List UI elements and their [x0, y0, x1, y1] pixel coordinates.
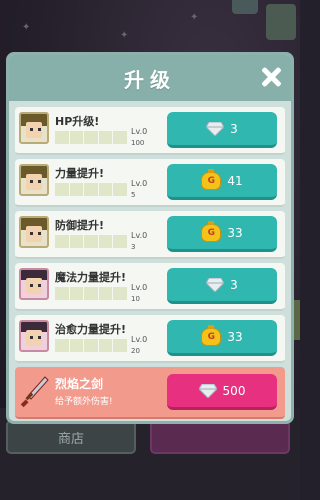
upgrade-label: 治愈力量提升! [55, 323, 127, 336]
top-menu-button[interactable] [232, 0, 258, 14]
diamond-icon [206, 121, 225, 136]
upgrade-magic-button[interactable]: 3 [167, 268, 277, 304]
gold-bag-icon: G [201, 324, 222, 346]
upgrade-defense-button[interactable]: G 33 [167, 216, 277, 252]
knight-avatar [19, 112, 49, 144]
buy-special-button[interactable]: 500 [167, 374, 277, 410]
level-progress-bar [55, 183, 127, 196]
level-progress-bar [55, 131, 127, 144]
level-value: 20 [131, 347, 140, 355]
star-icon: ✦ [190, 12, 199, 23]
cost-value: 33 [227, 225, 243, 240]
special-item-name: 烈焰之剑 [55, 377, 104, 391]
knight-avatar [19, 164, 49, 196]
tab-shop-label: 商店 [57, 431, 84, 447]
level-label: Lv.0 [131, 231, 148, 240]
level-progress-bar [55, 287, 127, 300]
side-menu-button[interactable] [266, 4, 296, 40]
upgrade-label: 力量提升! [55, 167, 105, 180]
upgrade-strength-button[interactable]: G 41 [167, 164, 277, 200]
cost-value: 500 [222, 383, 246, 398]
special-item-description: 给予额外伤害! [55, 397, 113, 407]
cost-value: 33 [227, 329, 243, 344]
level-progress-bar [55, 235, 127, 248]
diamond-icon [198, 383, 217, 398]
list-item-partial [15, 423, 285, 424]
upgrade-row-heal: 治愈力量提升! Lv.0 20 G 33 [15, 315, 285, 363]
tab-secondary[interactable] [150, 420, 290, 454]
flame-sword-icon [21, 376, 49, 408]
level-label: Lv.0 [131, 283, 148, 292]
tab-shop[interactable]: 商店 [6, 420, 136, 454]
upgrade-row-magic: 魔法力量提升! Lv.0 10 3 [15, 263, 285, 311]
upgrade-label: HP升级! [55, 115, 100, 128]
star-icon: ✦ [120, 30, 129, 41]
gold-bag-icon: G [201, 220, 222, 242]
upgrade-heal-button[interactable]: G 33 [167, 320, 277, 356]
cost-value: 3 [230, 277, 238, 292]
level-value: 3 [131, 243, 136, 251]
level-value: 10 [131, 295, 140, 303]
upgrade-list: HP升级! Lv.0 100 3 力量提升! Lv.0 5 G 41 防御提升!… [9, 101, 291, 424]
mage-avatar [19, 268, 49, 300]
healer-avatar [19, 320, 49, 352]
upgrade-label: 魔法力量提升! [55, 271, 127, 284]
level-label: Lv.0 [131, 179, 148, 188]
knight-avatar [19, 216, 49, 248]
upgrade-row-hp: HP升级! Lv.0 100 3 [15, 107, 285, 155]
upgrade-row-defense: 防御提升! Lv.0 3 G 33 [15, 211, 285, 259]
level-value: 100 [131, 139, 145, 147]
upgrade-hp-button[interactable]: 3 [167, 112, 277, 148]
cost-value: 41 [227, 173, 243, 188]
level-progress-bar [55, 339, 127, 352]
level-value: 5 [131, 191, 136, 199]
cost-value: 3 [230, 121, 238, 136]
level-label: Lv.0 [131, 335, 148, 344]
panel-header: 升级 [9, 55, 291, 101]
star-icon: ✦ [22, 22, 31, 33]
gold-bag-icon: G [201, 168, 222, 190]
upgrade-row-strength: 力量提升! Lv.0 5 G 41 [15, 159, 285, 207]
upgrade-label: 防御提升! [55, 219, 105, 232]
close-icon[interactable] [259, 65, 283, 89]
level-label: Lv.0 [131, 127, 148, 136]
diamond-icon [206, 277, 225, 292]
special-item-row: 烈焰之剑 给予额外伤害! 500 [15, 367, 285, 419]
upgrade-panel: 升级 HP升级! Lv.0 100 3 力量提升! Lv.0 5 G 41 防御… [6, 52, 294, 424]
panel-title: 升级 [124, 67, 176, 92]
